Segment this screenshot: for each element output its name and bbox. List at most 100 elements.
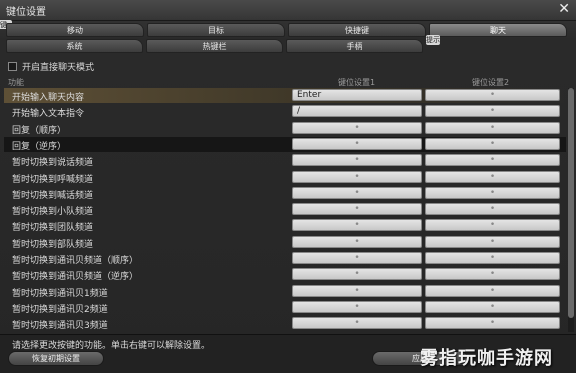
keybind-row-label: 暂时切换到通讯贝频道（顺序）: [12, 256, 139, 266]
footer-instruction: 请选择更改按键的功能。单击右键可以解除设置。: [12, 341, 211, 351]
key1-slot[interactable]: •: [292, 170, 422, 183]
empty-slot-icon: •: [489, 106, 496, 117]
column-header-key2: 键位设置2: [472, 78, 510, 87]
key2-slot[interactable]: •: [425, 154, 560, 167]
scrollbar-thumb[interactable]: [568, 88, 574, 318]
empty-slot-icon: •: [489, 269, 496, 280]
direct-chat-toggle[interactable]: 开启直接聊天模式: [8, 60, 94, 73]
keybind-row[interactable]: 回复（逆序） • •: [4, 136, 566, 152]
key1-slot[interactable]: •: [292, 300, 422, 313]
key1-slot[interactable]: •: [292, 252, 422, 264]
empty-slot-icon: •: [354, 187, 360, 198]
keybind-row-label: 暂时切换到小队频道: [12, 207, 94, 218]
key1-slot[interactable]: •: [292, 235, 422, 248]
watermark: 雾指玩咖手游网: [420, 348, 553, 369]
key2-slot[interactable]: •: [425, 284, 560, 297]
empty-slot-icon: •: [354, 220, 360, 231]
keybind-row[interactable]: 暂时切换到呼喊频道 • •: [4, 170, 566, 185]
title-bar: 键位设置 ✕: [0, 0, 576, 21]
keybind-list: 开始输入聊天内容 Enter • 开始输入文本指令 / • 回复（顺序） • • 回复（逆序） • •…: [4, 88, 566, 332]
keybind-row[interactable]: 暂时切换到部队频道 • •: [4, 235, 566, 250]
key2-slot[interactable]: •: [425, 121, 560, 134]
key2-slot[interactable]: •: [425, 300, 560, 313]
key2-slot[interactable]: •: [425, 317, 560, 330]
key1-slot[interactable]: /: [292, 105, 422, 118]
key1-slot[interactable]: •: [292, 186, 422, 199]
key1-slot[interactable]: •: [292, 137, 422, 150]
key1-slot[interactable]: •: [292, 317, 422, 330]
keybind-row[interactable]: 暂时切换到通讯贝3频道 • •: [4, 316, 566, 331]
window-title: 键位设置: [6, 7, 46, 18]
key1-slot[interactable]: •: [292, 121, 422, 134]
keybind-row[interactable]: 回复（顺序） • •: [4, 121, 566, 136]
empty-slot-icon: •: [489, 301, 496, 312]
keybind-row[interactable]: 暂时切换到小队频道 • •: [4, 202, 566, 217]
tab-row-primary: 移动 目标 快捷键 聊天: [6, 23, 570, 37]
key1-slot[interactable]: •: [292, 284, 422, 297]
key1-slot[interactable]: Enter: [292, 89, 422, 101]
keybind-row-label: 暂时切换到通讯贝1频道: [12, 288, 108, 299]
key2-slot[interactable]: •: [425, 186, 560, 199]
empty-slot-icon: •: [489, 285, 496, 296]
empty-slot-icon: •: [354, 253, 360, 263]
keybind-row-label: 暂时切换到喊话频道: [12, 190, 94, 201]
key2-slot[interactable]: •: [425, 203, 560, 216]
empty-slot-icon: •: [354, 155, 360, 166]
column-header-key1: 键位设置1: [338, 78, 376, 87]
keybind-row-label: 回复（顺序）: [12, 125, 67, 136]
keybind-row-label: 回复（逆序）: [12, 141, 67, 152]
key1-slot[interactable]: •: [292, 219, 422, 232]
close-icon[interactable]: ✕: [558, 1, 570, 17]
empty-slot-icon: •: [354, 285, 360, 296]
keybind-row[interactable]: 暂时切换到通讯贝2频道 • •: [4, 300, 566, 315]
tab-2[interactable]: 快捷键: [288, 23, 426, 37]
keybind-row[interactable]: 暂时切换到团队频道 • •: [4, 218, 566, 233]
subtab-0[interactable]: 系统: [6, 39, 143, 53]
keybind-row-label: 暂时切换到呼喊频道: [12, 174, 94, 185]
empty-slot-icon: •: [354, 269, 360, 280]
keybind-row[interactable]: 暂时切换到通讯贝频道（顺序） • •: [4, 251, 566, 266]
key1-slot[interactable]: •: [292, 154, 422, 167]
keybind-row[interactable]: 开始输入聊天内容 Enter •: [4, 88, 566, 103]
empty-slot-icon: •: [489, 220, 496, 231]
key2-slot[interactable]: •: [425, 252, 560, 264]
empty-slot-icon: •: [354, 204, 360, 215]
key2-slot[interactable]: •: [425, 268, 560, 281]
key2-slot[interactable]: •: [425, 105, 560, 118]
key2-slot[interactable]: •: [425, 137, 560, 150]
keybind-window: 键位设置 ✕ 键 移动 目标 快捷键 聊天 系统 热键栏 手柄 提示 开启直接聊天模式 功…: [0, 0, 576, 373]
list-scrollbar[interactable]: [568, 88, 574, 332]
tab-3[interactable]: 聊天: [429, 23, 567, 37]
key1-slot[interactable]: •: [292, 268, 422, 281]
keybind-row-label: 开始输入文本指令: [12, 109, 85, 120]
empty-slot-icon: •: [489, 187, 496, 198]
keybind-row-label: 暂时切换到说话频道: [12, 158, 94, 169]
keybind-row-label: 开始输入聊天内容: [12, 93, 85, 103]
empty-slot-icon: •: [354, 318, 360, 329]
keybind-row[interactable]: 暂时切换到通讯贝1频道 • •: [4, 284, 566, 299]
tab-0[interactable]: 移动: [6, 23, 144, 37]
subtab-2[interactable]: 手柄: [286, 39, 423, 53]
reset-defaults-button[interactable]: 恢复初期设置: [8, 351, 104, 366]
keybind-row-label: 暂时切换到通讯贝3频道: [12, 321, 108, 332]
empty-slot-icon: •: [489, 90, 496, 100]
keybind-row-label: 暂时切换到团队频道: [12, 223, 94, 234]
key2-slot[interactable]: •: [425, 89, 560, 101]
keybind-row[interactable]: 暂时切换到喊话频道 • •: [4, 186, 566, 201]
direct-chat-checkbox[interactable]: [8, 62, 17, 71]
keybind-row[interactable]: 开始输入文本指令 / •: [4, 104, 566, 119]
subtab-1[interactable]: 热键栏: [146, 39, 283, 53]
empty-slot-icon: •: [489, 318, 496, 329]
keybind-row[interactable]: 暂时切换到说话频道 • •: [4, 153, 566, 168]
keybind-row-label: 暂时切换到部队频道: [12, 239, 94, 250]
key2-slot[interactable]: •: [425, 235, 560, 248]
key2-slot[interactable]: •: [425, 219, 560, 232]
empty-slot-icon: •: [489, 236, 496, 247]
empty-slot-icon: •: [354, 236, 360, 247]
column-header-function: 功能: [8, 78, 24, 87]
key2-slot[interactable]: •: [425, 170, 560, 183]
tab-hint-bubble: 提示: [426, 35, 440, 45]
keybind-row[interactable]: 暂时切换到通讯贝频道（逆序） • •: [4, 267, 566, 282]
key1-slot[interactable]: •: [292, 203, 422, 216]
tab-1[interactable]: 目标: [147, 23, 285, 37]
